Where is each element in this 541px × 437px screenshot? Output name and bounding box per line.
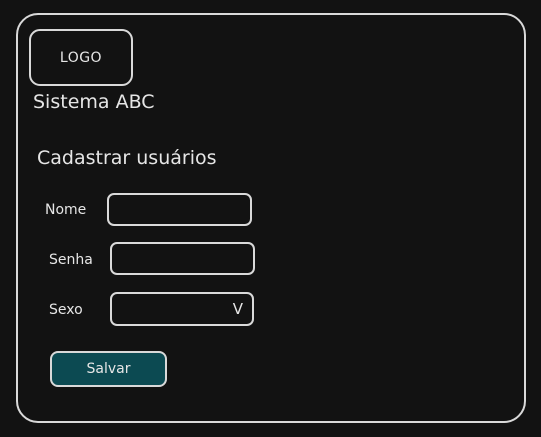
nome-label: Nome — [45, 202, 87, 218]
sexo-select[interactable]: V — [110, 292, 254, 326]
logo-text: LOGO — [59, 49, 103, 66]
nome-input[interactable] — [107, 193, 252, 226]
sexo-label: Sexo — [49, 302, 83, 318]
chevron-down-icon: V — [232, 300, 243, 318]
senha-input[interactable] — [110, 242, 255, 275]
form-title: Cadastrar usuários — [37, 147, 217, 169]
logo: LOGO — [29, 29, 133, 86]
senha-label: Senha — [49, 252, 93, 268]
app-title: Sistema ABC — [33, 91, 155, 113]
save-button[interactable]: Salvar — [50, 351, 167, 387]
